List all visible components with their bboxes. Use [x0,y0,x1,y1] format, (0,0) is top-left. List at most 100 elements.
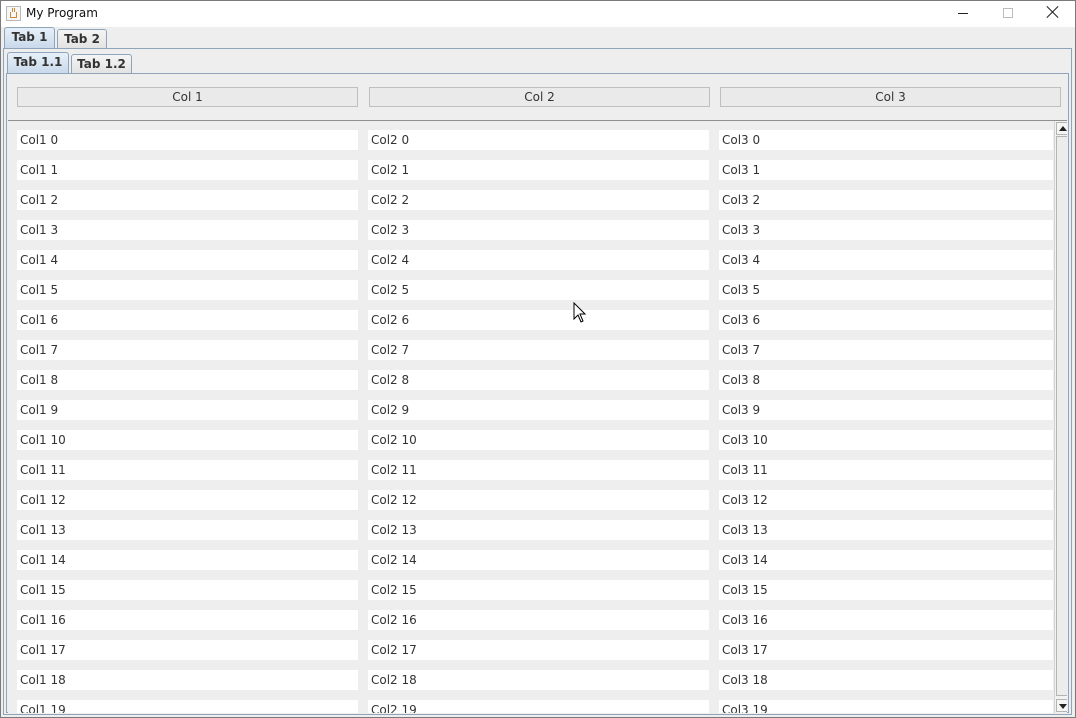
table-cell-col2[interactable]: Col2 11 [368,460,709,480]
table-row: Col1 18 Col2 18 Col3 18 [17,670,1053,700]
table-cell-col3[interactable]: Col3 0 [719,130,1053,150]
table-cell-col3[interactable]: Col3 17 [719,640,1053,660]
column-header-col1[interactable]: Col 1 [17,87,358,107]
table-cell-col1[interactable]: Col1 9 [17,400,358,420]
tab-1-panel: Tab 1.1 Tab 1.2 Col 1 Col 2 Col 3 Col1 0… [3,48,1072,715]
table-cell-col3[interactable]: Col3 13 [719,520,1053,540]
title-bar[interactable]: My Program [1,1,1075,27]
table-cell-col3[interactable]: Col3 6 [719,310,1053,330]
table-cell-col2[interactable]: Col2 17 [368,640,709,660]
table-row: Col1 9 Col2 9 Col3 9 [17,400,1053,430]
table-cell-col2[interactable]: Col2 15 [368,580,709,600]
table-row: Col1 17 Col2 17 Col3 17 [17,640,1053,670]
vertical-scrollbar[interactable] [1054,121,1067,713]
tab-1-1[interactable]: Tab 1.1 [7,52,69,74]
table-cell-col1[interactable]: Col1 0 [17,130,358,150]
table-cell-col3[interactable]: Col3 14 [719,550,1053,570]
table-cell-col3[interactable]: Col3 19 [719,700,1053,713]
table-cell-col2[interactable]: Col2 19 [368,700,709,713]
table-cell-col1[interactable]: Col1 6 [17,310,358,330]
table-cell-col3[interactable]: Col3 1 [719,160,1053,180]
table-cell-col3[interactable]: Col3 4 [719,250,1053,270]
table-row: Col1 15 Col2 15 Col3 15 [17,580,1053,610]
table-cell-col1[interactable]: Col1 13 [17,520,358,540]
scroll-down-arrow-icon[interactable] [1056,699,1067,712]
table-row: Col1 11 Col2 11 Col3 11 [17,460,1053,490]
table-cell-col3[interactable]: Col3 8 [719,370,1053,390]
table-cell-col1[interactable]: Col1 16 [17,610,358,630]
table-cell-col1[interactable]: Col1 17 [17,640,358,660]
close-icon [1046,5,1060,19]
minimize-button[interactable] [940,1,986,27]
table-cell-col2[interactable]: Col2 6 [368,310,709,330]
table-cell-col2[interactable]: Col2 4 [368,250,709,270]
table-cell-col3[interactable]: Col3 18 [719,670,1053,690]
table-row: Col1 3 Col2 3 Col3 3 [17,220,1053,250]
table-row: Col1 2 Col2 2 Col3 2 [17,190,1053,220]
table-cell-col2[interactable]: Col2 16 [368,610,709,630]
table-cell-col3[interactable]: Col3 7 [719,340,1053,360]
close-button[interactable] [1030,1,1075,27]
tab-1[interactable]: Tab 1 [4,27,55,49]
table-row: Col1 0 Col2 0 Col3 0 [17,130,1053,160]
table-cell-col1[interactable]: Col1 11 [17,460,358,480]
table-cell-col2[interactable]: Col2 13 [368,520,709,540]
row-list: Col1 0 Col2 0 Col3 0 Col1 1 Col2 1 Col3 1 Col1… [17,130,1053,713]
table-cell-col1[interactable]: Col1 12 [17,490,358,510]
table-cell-col2[interactable]: Col2 8 [368,370,709,390]
column-header-col2[interactable]: Col 2 [369,87,710,107]
table-cell-col3[interactable]: Col3 10 [719,430,1053,450]
table-cell-col1[interactable]: Col1 5 [17,280,358,300]
scroll-pane[interactable]: Col1 0 Col2 0 Col3 0 Col1 1 Col2 1 Col3 1 Col1… [8,120,1067,713]
table-cell-col1[interactable]: Col1 7 [17,340,358,360]
table-cell-col2[interactable]: Col2 10 [368,430,709,450]
table-cell-col1[interactable]: Col1 4 [17,250,358,270]
table-cell-col1[interactable]: Col1 15 [17,580,358,600]
minimize-icon [958,13,968,14]
tab-2[interactable]: Tab 2 [57,29,107,49]
table-cell-col2[interactable]: Col2 2 [368,190,709,210]
table-row: Col1 12 Col2 12 Col3 12 [17,490,1053,520]
table-cell-col2[interactable]: Col2 18 [368,670,709,690]
table-cell-col1[interactable]: Col1 8 [17,370,358,390]
table-cell-col2[interactable]: Col2 12 [368,490,709,510]
table-cell-col3[interactable]: Col3 2 [719,190,1053,210]
table-cell-col1[interactable]: Col1 14 [17,550,358,570]
column-header-col3[interactable]: Col 3 [720,87,1061,107]
table-cell-col3[interactable]: Col3 16 [719,610,1053,630]
table-row: Col1 10 Col2 10 Col3 10 [17,430,1053,460]
table-row: Col1 14 Col2 14 Col3 14 [17,550,1053,580]
table-row: Col1 1 Col2 1 Col3 1 [17,160,1053,190]
table-cell-col2[interactable]: Col2 5 [368,280,709,300]
table-cell-col3[interactable]: Col3 9 [719,400,1053,420]
table-row: Col1 8 Col2 8 Col3 8 [17,370,1053,400]
table-cell-col2[interactable]: Col2 0 [368,130,709,150]
table-row: Col1 5 Col2 5 Col3 5 [17,280,1053,310]
table-cell-col1[interactable]: Col1 2 [17,190,358,210]
table-cell-col1[interactable]: Col1 18 [17,670,358,690]
table-cell-col3[interactable]: Col3 15 [719,580,1053,600]
table-cell-col3[interactable]: Col3 11 [719,460,1053,480]
scrollbar-thumb[interactable] [1056,136,1067,696]
table-cell-col1[interactable]: Col1 19 [17,700,358,713]
table-cell-col1[interactable]: Col1 1 [17,160,358,180]
column-header-row: Col 1 Col 2 Col 3 [17,87,1067,107]
table-cell-col2[interactable]: Col2 3 [368,220,709,240]
outer-tab-strip: Tab 1 Tab 2 [1,27,1075,49]
app-window: My Program Tab 1 Tab 2 Tab 1.1 Tab 1.2 C… [0,0,1076,718]
table-cell-col2[interactable]: Col2 14 [368,550,709,570]
table-cell-col2[interactable]: Col2 9 [368,400,709,420]
table-cell-col1[interactable]: Col1 10 [17,430,358,450]
scroll-up-arrow-icon[interactable] [1056,122,1067,135]
tab-1-2[interactable]: Tab 1.2 [71,54,132,74]
maximize-button[interactable] [985,1,1031,27]
table-cell-col2[interactable]: Col2 1 [368,160,709,180]
table-cell-col1[interactable]: Col1 3 [17,220,358,240]
table-cell-col2[interactable]: Col2 7 [368,340,709,360]
table-cell-col3[interactable]: Col3 5 [719,280,1053,300]
table-cell-col3[interactable]: Col3 3 [719,220,1053,240]
table-row: Col1 13 Col2 13 Col3 13 [17,520,1053,550]
table-row: Col1 4 Col2 4 Col3 4 [17,250,1053,280]
table-cell-col3[interactable]: Col3 12 [719,490,1053,510]
inner-tab-strip: Tab 1.1 Tab 1.2 [6,52,1066,74]
